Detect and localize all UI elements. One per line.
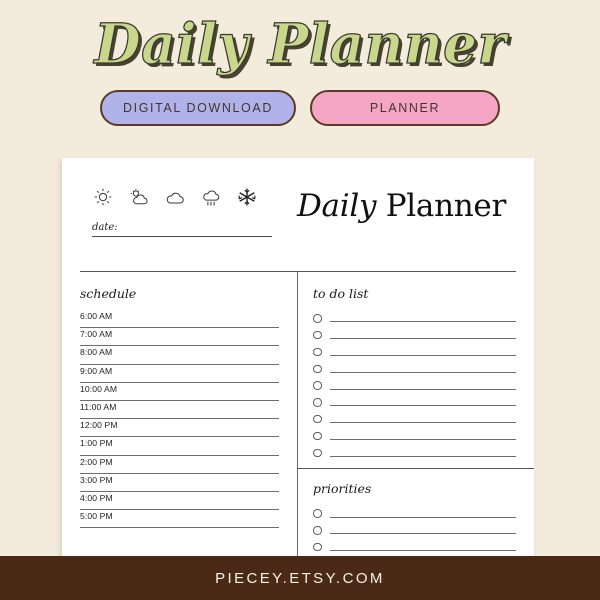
priorities-heading: priorities (313, 481, 372, 497)
checkbox-circle-icon[interactable] (313, 398, 322, 407)
schedule-column: schedule 6:00 AM 7:00 AM 8:00 AM 9:00 AM 10:… (62, 272, 297, 568)
checkbox-circle-icon[interactable] (313, 381, 322, 390)
schedule-row[interactable]: 11:00 AM (80, 401, 279, 420)
checkbox-circle-icon[interactable] (313, 509, 322, 518)
todo-row[interactable] (313, 428, 516, 445)
schedule-time-label: 1:00 PM (80, 438, 113, 449)
snowflake-icon (238, 188, 256, 206)
checkbox-circle-icon[interactable] (313, 314, 322, 323)
sheet-title-regular: Planner (376, 188, 507, 224)
schedule-time-label: 2:00 PM (80, 456, 113, 467)
todo-row[interactable] (313, 411, 516, 428)
priority-row[interactable] (313, 505, 516, 522)
todo-row[interactable] (313, 327, 516, 344)
sheet-title-italic: Daily (297, 188, 377, 224)
schedule-row[interactable]: 8:00 AM (80, 346, 279, 365)
schedule-row[interactable]: 7:00 AM (80, 328, 279, 347)
write-line (329, 354, 516, 356)
schedule-row[interactable]: 5:00 PM (80, 510, 279, 529)
schedule-row[interactable]: 10:00 AM (80, 383, 279, 401)
schedule-time-label: 9:00 AM (80, 365, 113, 376)
todo-row[interactable] (313, 310, 516, 327)
schedule-row[interactable]: 6:00 AM (80, 310, 279, 329)
write-line (329, 516, 516, 518)
todo-row[interactable] (313, 444, 516, 461)
checkbox-circle-icon[interactable] (313, 431, 322, 441)
checkbox-circle-icon[interactable] (313, 448, 322, 458)
date-label: date: (92, 222, 118, 233)
write-line (329, 438, 516, 440)
todo-row-list (313, 310, 516, 461)
todo-row[interactable] (313, 360, 516, 377)
write-line (329, 405, 516, 407)
schedule-heading: schedule (80, 286, 137, 301)
priorities-row-list (313, 505, 516, 555)
tag-pill-row: DIGITAL DOWNLOAD PLANNER (0, 90, 600, 126)
planner-header: date: Daily Planner (62, 158, 534, 272)
tag-planner[interactable]: PLANNER (310, 90, 500, 126)
schedule-row[interactable]: 1:00 PM (80, 437, 279, 456)
schedule-row[interactable]: 12:00 PM (80, 419, 279, 438)
schedule-time-label: 10:00 AM (80, 383, 118, 394)
write-line (329, 550, 516, 552)
cloud-rain-icon (203, 190, 220, 206)
write-line (329, 533, 516, 535)
sheet-title: Daily Planner (297, 188, 506, 224)
schedule-time-label: 6:00 AM (80, 311, 113, 321)
schedule-time-label: 7:00 AM (80, 329, 113, 340)
schedule-time-label: 4:00 PM (80, 492, 113, 503)
tag-digital-download[interactable]: DIGITAL DOWNLOAD (100, 90, 296, 126)
priority-row[interactable] (313, 539, 516, 556)
todo-heading: to do list (313, 286, 369, 301)
schedule-time-label: 8:00 AM (80, 347, 113, 358)
tag-digital-download-label: DIGITAL DOWNLOAD (123, 101, 273, 115)
cloud-icon (166, 192, 184, 204)
write-line (329, 422, 516, 424)
todo-row[interactable] (313, 377, 516, 394)
date-write-line (92, 236, 272, 237)
schedule-time-label: 5:00 PM (80, 511, 113, 522)
checkbox-circle-icon[interactable] (313, 330, 322, 340)
sun-icon (94, 188, 112, 206)
planner-page-preview[interactable]: date: Daily Planner schedule 6:00 AM 7:00… (62, 158, 534, 568)
schedule-time-label: 3:00 PM (80, 474, 113, 485)
tag-planner-label: PLANNER (369, 101, 441, 115)
weather-icon-row (92, 186, 258, 208)
schedule-row[interactable]: 9:00 AM (80, 365, 279, 383)
hero-banner: Daily Planner (0, 0, 600, 86)
date-field[interactable]: date: (92, 222, 272, 237)
sun-behind-cloud-icon (130, 189, 148, 205)
todo-column: to do list priorities (297, 272, 534, 568)
todo-row[interactable] (313, 394, 516, 411)
schedule-time-label: 12:00 PM (80, 420, 118, 431)
schedule-row-list: 6:00 AM 7:00 AM 8:00 AM 9:00 AM 10:00 AM 11:0… (80, 310, 279, 529)
shop-url: PIECEY.ETSY.COM (215, 569, 385, 587)
checkbox-circle-icon[interactable] (313, 364, 322, 374)
priorities-section: priorities (313, 469, 516, 555)
write-line (329, 321, 516, 323)
write-line (329, 371, 516, 373)
hero-title: Daily Planner (93, 10, 506, 76)
checkbox-circle-icon[interactable] (313, 526, 322, 535)
write-line (329, 388, 516, 390)
write-line (329, 338, 516, 340)
schedule-row[interactable]: 3:00 PM (80, 474, 279, 492)
planner-columns: schedule 6:00 AM 7:00 AM 8:00 AM 9:00 AM 10:… (62, 272, 534, 568)
write-line (329, 455, 516, 457)
checkbox-circle-icon[interactable] (313, 347, 322, 357)
schedule-time-label: 11:00 AM (80, 401, 117, 412)
schedule-row[interactable]: 4:00 PM (80, 492, 279, 511)
priority-row[interactable] (313, 522, 516, 539)
footer-bar: PIECEY.ETSY.COM (0, 556, 600, 600)
checkbox-circle-icon[interactable] (313, 414, 322, 424)
todo-row[interactable] (313, 344, 516, 361)
checkbox-circle-icon[interactable] (313, 542, 322, 552)
schedule-row[interactable]: 2:00 PM (80, 456, 279, 474)
